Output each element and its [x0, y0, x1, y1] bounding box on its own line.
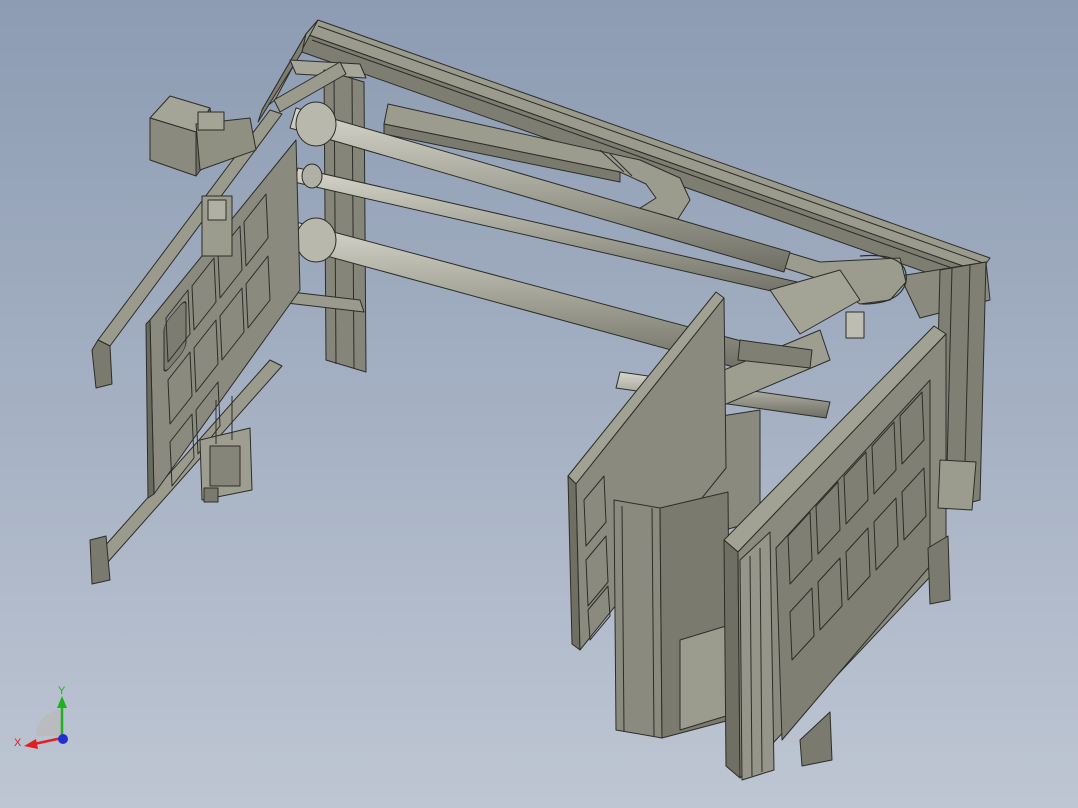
x-axis-label: X — [14, 737, 22, 749]
z-axis-dot — [58, 734, 68, 744]
triad-shadow — [36, 710, 62, 736]
cad-viewport[interactable] — [0, 0, 1078, 808]
x-axis-arrow — [24, 739, 38, 749]
y-axis-arrow — [57, 696, 67, 708]
y-axis-label: Y — [58, 686, 66, 697]
front-lower-frame — [613, 491, 731, 739]
axis-triad: Y X — [14, 686, 68, 749]
x-axis-line — [33, 736, 63, 746]
